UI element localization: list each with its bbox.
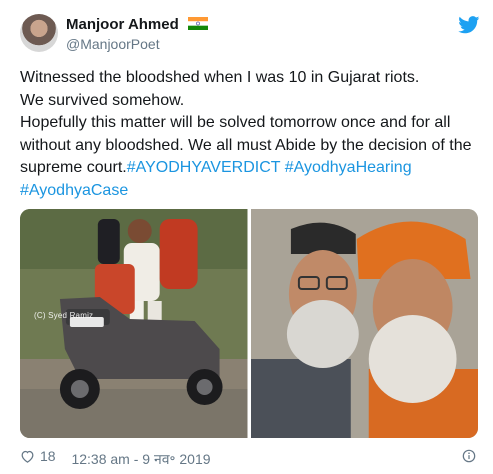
tweet-footer: 18 12:38 am - 9 नव॰ 2019 — [20, 445, 480, 467]
author-block[interactable]: Manjoor Ahmed @ManjoorPoet — [66, 15, 208, 53]
twitter-bird-icon[interactable] — [458, 16, 480, 34]
india-flag-icon — [187, 17, 208, 30]
like-button[interactable]: 18 — [20, 445, 56, 467]
hashtag-ayodhyacase[interactable]: #AyodhyaCase — [20, 182, 128, 199]
info-icon[interactable] — [462, 449, 476, 463]
hashtag-ayodhyaverdict[interactable]: #AYODHYAVERDICT — [127, 159, 281, 176]
photo-portrait[interactable] — [250, 209, 478, 438]
tweet-line-2: We survived somehow. — [20, 91, 185, 109]
like-count: 18 — [40, 448, 56, 464]
avatar[interactable] — [20, 14, 58, 52]
tweet-text: Witnessed the bloodshed when I was 10 in… — [20, 67, 475, 202]
tweet-timestamp[interactable]: 12:38 am - 9 नव॰ 2019 — [71, 451, 210, 467]
photo-watermark: (C) Syed Ramiz — [34, 311, 94, 320]
hashtag-ayodhyahearing[interactable]: #AyodhyaHearing — [285, 159, 412, 176]
author-handle[interactable]: @ManjoorPoet — [66, 35, 208, 53]
heart-icon — [21, 450, 34, 463]
tweet-header: Manjoor Ahmed @ManjoorPoet — [20, 14, 480, 58]
tweet-media: (C) Syed Ramiz — [20, 209, 478, 438]
author-name[interactable]: Manjoor Ahmed — [66, 16, 179, 33]
portrait-image — [250, 209, 478, 438]
tweet-card: Manjoor Ahmed @ManjoorPoet Witnessed the… — [0, 0, 493, 474]
tweet-line-1: Witnessed the bloodshed when I was 10 in… — [20, 69, 420, 86]
scooter-image — [20, 209, 248, 438]
photo-scooter[interactable]: (C) Syed Ramiz — [20, 209, 248, 438]
tweet-paragraph: Hopefully this matter will be solved tom… — [20, 112, 475, 202]
